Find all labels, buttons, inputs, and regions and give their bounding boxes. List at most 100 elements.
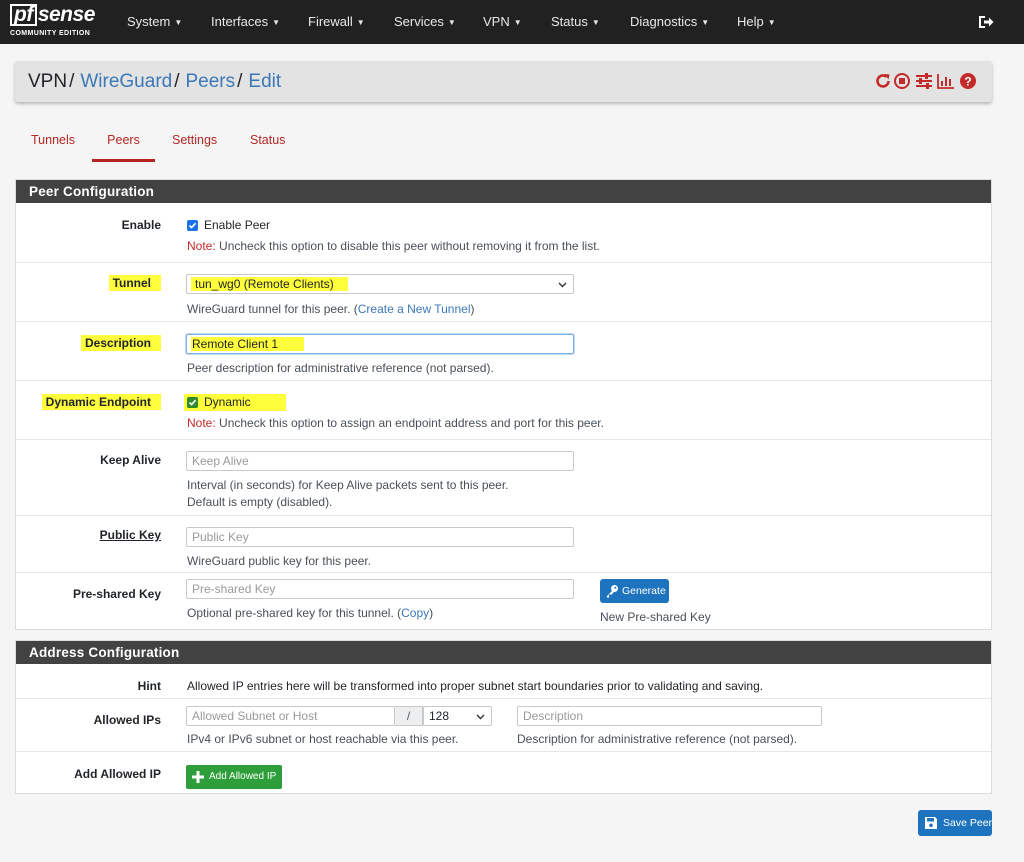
subnet-mask-select[interactable]: 128: [423, 706, 492, 726]
create-new-tunnel-link[interactable]: Create a New Tunnel: [358, 302, 471, 316]
save-peer-button[interactable]: Save Peer: [918, 810, 992, 836]
enable-peer-label[interactable]: Enable Peer: [204, 218, 270, 232]
caret-down-icon: ▼: [174, 18, 183, 27]
breadcrumb-separator: /: [69, 71, 75, 92]
hint-label: Hint: [137, 679, 161, 693]
chevron-down-icon: [558, 282, 567, 288]
keep-alive-help-line2: Default is empty (disabled).: [187, 495, 333, 509]
stop-icon[interactable]: [893, 72, 911, 90]
help-icon[interactable]: ?: [959, 72, 977, 90]
top-navbar: pf sense COMMUNITY EDITION System ▼ Interf…: [0, 0, 1024, 44]
breadcrumb-separator: /: [174, 71, 180, 92]
check-icon: [188, 399, 197, 406]
nav-menu-status[interactable]: Status ▼: [551, 0, 600, 44]
caret-down-icon: ▼: [701, 18, 710, 27]
nav-menu-help[interactable]: Help ▼: [737, 0, 776, 44]
allowed-ip-description-input[interactable]: Description: [517, 706, 822, 726]
allowed-ips-label: Allowed IPs: [93, 713, 161, 727]
logo-subtitle: COMMUNITY EDITION: [10, 30, 91, 37]
save-icon: [925, 817, 937, 829]
panel-title: Peer Configuration: [16, 180, 991, 203]
chevron-down-icon: [476, 714, 485, 720]
caret-down-icon: ▼: [447, 18, 456, 27]
address-configuration-panel: Address Configuration Hint Allowed IP en…: [15, 640, 992, 794]
logo-wordmark: pf sense: [10, 3, 95, 27]
tab-tunnels[interactable]: Tunnels: [31, 132, 75, 162]
breadcrumb-edit[interactable]: Edit: [248, 71, 281, 92]
keep-alive-label: Keep Alive: [100, 453, 161, 467]
preshared-key-label: Pre-shared Key: [72, 587, 161, 601]
tunnel-row: Tunnel tun_wg0 (Remote Clients) WireGuar…: [16, 262, 991, 321]
caret-down-icon: ▼: [767, 18, 776, 27]
tunnel-select[interactable]: tun_wg0 (Remote Clients): [186, 274, 574, 294]
breadcrumb-separator: /: [237, 71, 243, 92]
dynamic-label[interactable]: Dynamic: [204, 395, 251, 409]
dynamic-endpoint-label: Dynamic Endpoint: [41, 394, 161, 410]
breadcrumb: VPN / WireGuard / Peers / Edit: [28, 61, 281, 102]
sliders-icon[interactable]: [915, 72, 933, 90]
allowed-subnet-input[interactable]: Allowed Subnet or Host: [186, 706, 395, 726]
enable-note: Note: Uncheck this option to disable thi…: [187, 239, 600, 253]
add-allowed-ip-row: Add Allowed IP Add Allowed IP: [16, 751, 991, 793]
nav-menu-services[interactable]: Services ▼: [394, 0, 456, 44]
nav-menu-diagnostics[interactable]: Diagnostics ▼: [630, 0, 709, 44]
description-row: Description Remote Client 1 Peer descrip…: [16, 321, 991, 380]
description-help: Peer description for administrative refe…: [187, 361, 494, 375]
public-key-label[interactable]: Public Key: [100, 528, 161, 542]
tunnel-help: WireGuard tunnel for this peer. (Create …: [187, 302, 475, 316]
caret-down-icon: ▼: [356, 18, 365, 27]
nav-menu-interfaces[interactable]: Interfaces ▼: [211, 0, 280, 44]
public-key-row: Public Key Public Key WireGuard public k…: [16, 515, 991, 572]
dynamic-checkbox[interactable]: [187, 397, 198, 408]
panel-title: Address Configuration: [16, 641, 991, 664]
generate-button[interactable]: Generate: [600, 579, 669, 603]
enable-label: Enable: [121, 218, 161, 232]
caret-down-icon: ▼: [513, 18, 522, 27]
pfsense-logo[interactable]: pf sense COMMUNITY EDITION: [10, 3, 102, 41]
reload-icon[interactable]: [874, 72, 892, 90]
check-icon: [188, 222, 197, 229]
breadcrumb-actions: ?: [874, 72, 978, 92]
subnet-slash: /: [395, 706, 423, 726]
keep-alive-input[interactable]: Keep Alive: [186, 451, 574, 471]
nav-menu-firewall[interactable]: Firewall ▼: [308, 0, 365, 44]
generate-help: New Pre-shared Key: [600, 610, 711, 624]
breadcrumb-bar: VPN / WireGuard / Peers / Edit ?: [15, 61, 992, 102]
breadcrumb-vpn: VPN: [28, 71, 68, 92]
dynamic-endpoint-note: Note: Uncheck this option to assign an e…: [187, 416, 604, 430]
nav-menu-vpn[interactable]: VPN ▼: [483, 0, 522, 44]
tab-peers[interactable]: Peers: [92, 132, 155, 162]
plus-icon: [192, 771, 204, 783]
breadcrumb-peers[interactable]: Peers: [186, 71, 236, 92]
hint-text: Allowed IP entries here will be transfor…: [187, 679, 764, 693]
add-allowed-ip-button[interactable]: Add Allowed IP: [186, 765, 282, 789]
tab-settings[interactable]: Settings: [172, 132, 217, 162]
keep-alive-help-line1: Interval (in seconds) for Keep Alive pac…: [187, 478, 509, 492]
dynamic-endpoint-row: Dynamic Endpoint Dynamic Note: Uncheck t…: [16, 380, 991, 439]
allowed-ips-row: Allowed IPs Allowed Subnet or Host / 128…: [16, 698, 991, 751]
allowed-ip-description-help: Description for administrative reference…: [517, 732, 798, 746]
caret-down-icon: ▼: [591, 18, 600, 27]
nav-menu-system[interactable]: System ▼: [127, 0, 182, 44]
add-allowed-ip-label: Add Allowed IP: [74, 767, 161, 781]
description-label: Description: [80, 335, 161, 351]
svg-text:?: ?: [964, 75, 971, 89]
allowed-subnet-help: IPv4 or IPv6 subnet or host reachable vi…: [187, 732, 459, 746]
description-input[interactable]: Remote Client 1: [186, 334, 574, 354]
sign-out-icon[interactable]: [976, 13, 994, 31]
copy-link[interactable]: Copy: [401, 606, 429, 620]
preshared-key-input[interactable]: Pre-shared Key: [186, 579, 574, 599]
caret-down-icon: ▼: [272, 18, 281, 27]
public-key-help: WireGuard public key for this peer.: [187, 554, 372, 568]
tab-status[interactable]: Status: [250, 132, 285, 162]
chart-icon[interactable]: [937, 72, 955, 90]
preshared-key-help: Optional pre-shared key for this tunnel.…: [187, 606, 434, 620]
breadcrumb-wireguard[interactable]: WireGuard: [80, 71, 172, 92]
preshared-key-row: Pre-shared Key Pre-shared Key Optional p…: [16, 572, 991, 629]
enable-row: Enable Enable Peer Note: Uncheck this op…: [16, 203, 991, 262]
key-icon: [606, 585, 618, 598]
enable-peer-checkbox[interactable]: [187, 220, 198, 231]
public-key-input[interactable]: Public Key: [186, 527, 574, 547]
tunnel-label: Tunnel: [108, 275, 161, 291]
peer-configuration-panel: Peer Configuration Enable Enable Peer No…: [15, 179, 992, 630]
